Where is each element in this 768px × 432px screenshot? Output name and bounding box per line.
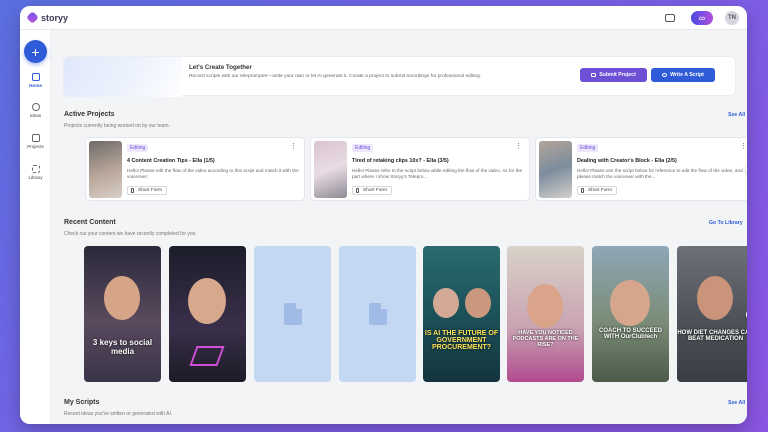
avatar[interactable]: TN	[725, 10, 739, 25]
project-thumbnail	[314, 141, 347, 198]
sidebar-item-label: Home	[29, 83, 42, 88]
phone-icon	[581, 188, 584, 193]
submit-project-button[interactable]: Submit Project	[580, 68, 647, 82]
document-icon	[283, 303, 302, 325]
top-bar: storyy ∞ TN	[20, 6, 747, 30]
project-card[interactable]: Editing ⋮ Tired of retaking clips 10x? -…	[310, 137, 530, 201]
project-thumbnail	[89, 141, 122, 198]
video-thumbnail	[610, 280, 650, 326]
project-type-tag: Short Form	[577, 186, 617, 195]
sidebar-item-home[interactable]: Home	[20, 73, 51, 88]
sidebar-item-label: Ideas	[29, 113, 42, 118]
sidebar-item-ideas[interactable]: Ideas	[20, 103, 51, 118]
more-options-icon[interactable]: ⋮	[515, 143, 522, 150]
folder-icon	[591, 73, 597, 77]
sidebar-item-label: Library	[28, 175, 43, 180]
lightbulb-icon	[662, 73, 668, 77]
write-script-button[interactable]: Write A Script	[651, 68, 715, 82]
content-caption: HAVE YOU NOTICED PODCASTS ARE ON THE RIS…	[512, 330, 579, 348]
content-caption: 3 keys to social media	[92, 338, 153, 356]
project-type-label: Short Form	[588, 188, 612, 193]
infinity-icon[interactable]: ∞	[691, 10, 713, 25]
banner-title: Let's Create Together	[189, 64, 252, 71]
video-thumbnail	[433, 288, 459, 318]
sidebar-item-label: Projects	[27, 144, 44, 149]
project-title: Dealing with Creator's Block - Ella (2/5…	[577, 158, 677, 164]
content-card[interactable]: 3 keys to social media	[84, 246, 161, 382]
video-thumbnail	[527, 284, 563, 328]
project-thumbnail	[539, 141, 572, 198]
content-caption: IS AI THE FUTURE OF GOVERNMENT PROCUREME…	[424, 330, 499, 351]
content-caption: HOW DIET CHANGES CAN BEAT MEDICATION	[677, 330, 747, 342]
project-title: 4 Content Creation Tips - Ella (1/5)	[127, 158, 215, 164]
my-scripts-title: My Scripts	[64, 399, 100, 406]
folder-icon	[31, 134, 40, 142]
app-window: storyy ∞ TN + Home Ideas Projects Librar…	[20, 6, 747, 424]
recent-content-subtitle: Check out your content we have recently …	[64, 231, 196, 237]
content-caption: COACH TO SUCCEED WITH OurClubtech	[599, 328, 662, 340]
chat-icon[interactable]	[665, 13, 675, 22]
logo-icon	[189, 346, 225, 366]
video-thumbnail	[465, 288, 491, 318]
project-description: Hello! Please edit the flow of the video…	[127, 168, 299, 180]
project-type-tag: Short Form	[127, 186, 167, 195]
content-card[interactable]: COACH TO SUCCEED WITH OurClubtech	[592, 246, 669, 382]
submit-project-label: Submit Project	[599, 72, 636, 78]
content-card[interactable]: HAVE YOU NOTICED PODCASTS ARE ON THE RIS…	[507, 246, 584, 382]
banner-illustration	[64, 57, 182, 97]
logo-text: storyy	[41, 12, 69, 23]
video-thumbnail	[188, 278, 226, 324]
project-type-tag: Short Form	[352, 186, 392, 195]
project-card[interactable]: Editing ⋮ 4 Content Creation Tips - Ella…	[85, 137, 305, 201]
my-scripts-subtitle: Recent ideas you've written or generated…	[64, 411, 173, 417]
sidebar-item-projects[interactable]: Projects	[20, 134, 51, 149]
recent-content-title: Recent Content	[64, 219, 116, 226]
content-card[interactable]: HOW DIET CHANGES CAN BEAT MEDICATION	[677, 246, 747, 382]
video-thumbnail	[697, 276, 733, 320]
add-button[interactable]: +	[24, 40, 47, 63]
more-options-icon[interactable]: ⋮	[740, 143, 747, 150]
content-card[interactable]	[254, 246, 331, 382]
project-title: Tired of retaking clips 10x? - Ella (3/5…	[352, 158, 449, 164]
logo[interactable]: storyy	[26, 11, 69, 24]
lightbulb-icon	[31, 103, 40, 111]
content-card[interactable]: IS AI THE FUTURE OF GOVERNMENT PROCUREME…	[423, 246, 500, 382]
phone-icon	[356, 188, 359, 193]
project-card[interactable]: Editing ⋮ Dealing with Creator's Block -…	[535, 137, 747, 201]
active-projects-subtitle: Projects currently being worked on by ou…	[64, 123, 170, 129]
status-badge: Editing	[577, 144, 599, 152]
document-icon	[368, 303, 387, 325]
banner-description: Record scripts with our teleprompter—wri…	[189, 74, 482, 79]
write-script-label: Write A Script	[670, 72, 704, 78]
create-banner: Let's Create Together Record scripts wit…	[63, 56, 736, 97]
project-type-label: Short Form	[138, 188, 162, 193]
sidebar-item-library[interactable]: Library	[20, 165, 51, 180]
content-card[interactable]	[169, 246, 246, 382]
status-badge: Editing	[352, 144, 374, 152]
logo-mark-icon	[26, 11, 39, 24]
project-description: Hello! Please refer to the script below …	[352, 168, 523, 180]
sidebar: + Home Ideas Projects Library	[20, 30, 51, 424]
project-description: Hello! Please use the script below for r…	[577, 168, 743, 180]
my-scripts-see-all-link[interactable]: See All	[728, 400, 745, 406]
active-projects-see-all-link[interactable]: See All	[728, 112, 745, 118]
more-options-icon[interactable]: ⋮	[290, 143, 297, 150]
active-projects-title: Active Projects	[64, 111, 115, 118]
go-to-library-link[interactable]: Go To Library	[709, 220, 743, 226]
phone-icon	[131, 188, 134, 193]
status-badge: Editing	[127, 144, 149, 152]
home-icon	[31, 73, 40, 81]
grid-icon	[31, 165, 40, 173]
content-card[interactable]	[339, 246, 416, 382]
project-type-label: Short Form	[363, 188, 387, 193]
video-thumbnail	[104, 276, 140, 320]
main-content: Let's Create Together Record scripts wit…	[51, 30, 747, 424]
